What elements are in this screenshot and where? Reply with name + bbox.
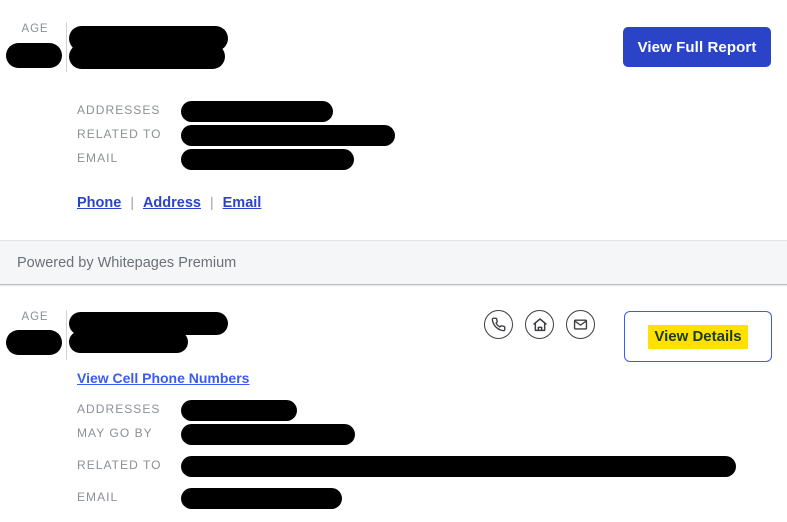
view-full-report-button[interactable]: View Full Report (623, 27, 771, 67)
redacted-attribute-value (181, 456, 736, 477)
redacted-age-value (6, 330, 62, 355)
attribute-label: RELATED TO (77, 127, 162, 141)
powered-by-band: Powered by Whitepages Premium (0, 240, 787, 285)
link-separator: | (209, 194, 214, 210)
attribute-label: MAY GO BY (77, 426, 153, 440)
redacted-name-line-2 (69, 44, 225, 69)
attribute-label: ADDRESSES (77, 103, 161, 117)
redacted-age-value (6, 43, 62, 68)
attribute-label: RELATED TO (77, 458, 162, 472)
link-separator: | (130, 194, 134, 210)
view-cell-phone-numbers-link[interactable]: View Cell Phone Numbers (77, 370, 249, 386)
identity-divider (66, 310, 67, 360)
attribute-label: EMAIL (77, 490, 119, 504)
powered-by-text: Powered by Whitepages Premium (17, 255, 237, 271)
envelope-icon[interactable] (566, 310, 595, 339)
link-address[interactable]: Address (143, 195, 201, 211)
redacted-attribute-value (181, 488, 342, 509)
redacted-attribute-value (181, 424, 355, 445)
redacted-attribute-value (181, 125, 395, 146)
redacted-name-line-2 (69, 331, 188, 353)
link-phone[interactable]: Phone (77, 195, 121, 211)
phone-icon[interactable] (484, 310, 513, 339)
redacted-attribute-value (181, 400, 297, 421)
result-card: AGE ADDRESSES RELATED TO EMAIL Phone | Add… (0, 0, 787, 238)
attribute-label: ADDRESSES (77, 402, 161, 416)
identity-divider (66, 22, 67, 72)
age-block: AGE (8, 310, 62, 324)
age-label: AGE (21, 311, 49, 323)
result-links-row: Phone | Address | Email (77, 192, 261, 213)
age-block: AGE (8, 22, 62, 36)
redacted-attribute-value (181, 149, 354, 170)
contact-icons-group (484, 310, 595, 339)
attribute-label: EMAIL (77, 151, 119, 165)
home-icon[interactable] (525, 310, 554, 339)
view-details-label: View Details (648, 324, 748, 349)
link-email[interactable]: Email (223, 195, 262, 211)
age-label: AGE (21, 23, 49, 35)
search-results-page: AGE ADDRESSES RELATED TO EMAIL Phone | Add… (0, 0, 787, 522)
view-details-button[interactable]: View Details (624, 311, 772, 362)
redacted-attribute-value (181, 101, 333, 122)
